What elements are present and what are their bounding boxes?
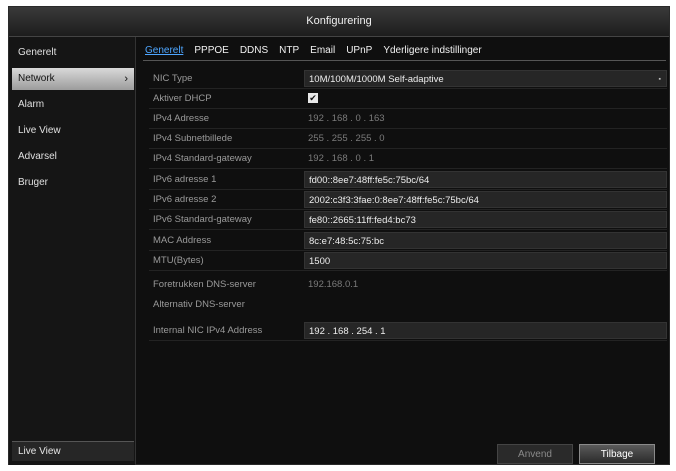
tab-ddns[interactable]: DDNS <box>240 43 268 59</box>
tab-upnp[interactable]: UPnP <box>346 43 372 59</box>
dns-alternate-field[interactable] <box>304 296 667 313</box>
mac-label: MAC Address <box>153 235 212 246</box>
ipv4-address-label: IPv4 Adresse <box>153 113 209 124</box>
tab-email[interactable]: Email <box>310 43 335 59</box>
nic-type-label: NIC Type <box>153 73 193 84</box>
ipv6-address-2-label: IPv6 adresse 2 <box>153 194 217 205</box>
window-title: Konfigurering <box>9 7 669 37</box>
nic-type-row: NIC Type 10M/100M/1000M Self-adaptive ▪ <box>149 69 667 89</box>
ipv6-address-2-row: IPv6 adresse 2 2002:c3f3:3fae:0:8ee7:48f… <box>149 190 667 210</box>
sidebar-item-alarm[interactable]: Alarm <box>12 94 134 116</box>
tab-bar: Generelt PPPOE DDNS NTP Email UPnP Yderl… <box>145 43 493 59</box>
sidebar: Generelt Network › Alarm Live View Advars… <box>9 37 136 465</box>
internal-nic-field[interactable]: 192 . 168 . 254 . 1 <box>304 322 667 339</box>
internal-nic-row: Internal NIC IPv4 Address 192 . 168 . 25… <box>149 321 667 341</box>
tab-divider <box>143 60 666 61</box>
mtu-label: MTU(Bytes) <box>153 255 204 266</box>
live-view-button[interactable]: Live View <box>12 441 134 461</box>
config-window: Konfigurering Generelt Network › Alarm Li… <box>8 6 670 465</box>
dns-preferred-row: Foretrukken DNS-server 192.168.0.1 <box>149 275 667 294</box>
sidebar-item-label: Bruger <box>18 177 49 188</box>
dns-preferred-field[interactable]: 192.168.0.1 <box>304 276 667 293</box>
sidebar-item-general[interactable]: Generelt <box>12 42 134 64</box>
ipv4-subnet-row: IPv4 Subnetbillede 255 . 255 . 255 . 0 <box>149 129 667 149</box>
dhcp-row: Aktiver DHCP ✔ <box>149 89 667 109</box>
internal-nic-label: Internal NIC IPv4 Address <box>153 325 263 336</box>
sidebar-item-label: Advarsel <box>18 151 57 162</box>
dns-alternate-row: Alternativ DNS-server <box>149 295 667 314</box>
tab-pppoe[interactable]: PPPOE <box>194 43 228 59</box>
tab-ntp[interactable]: NTP <box>279 43 299 59</box>
tab-general[interactable]: Generelt <box>145 43 183 59</box>
ipv4-gateway-row: IPv4 Standard-gateway 192 . 168 . 0 . 1 <box>149 149 667 169</box>
dns-preferred-label: Foretrukken DNS-server <box>153 279 256 290</box>
sidebar-item-network[interactable]: Network › <box>12 68 134 90</box>
ipv6-gateway-label: IPv6 Standard-gateway <box>153 214 252 225</box>
ipv6-address-1-field[interactable]: fd00::8ee7:48ff:fe5c:75bc/64 <box>304 171 667 188</box>
sidebar-item-label: Network <box>18 73 55 84</box>
nic-type-select[interactable]: 10M/100M/1000M Self-adaptive ▪ <box>304 70 667 87</box>
sidebar-item-label: Generelt <box>18 47 57 58</box>
dropdown-arrow-icon: ▪ <box>658 76 661 83</box>
dhcp-field: ✔ <box>304 90 667 107</box>
sidebar-item-user[interactable]: Bruger <box>12 172 134 194</box>
ipv6-address-2-field[interactable]: 2002:c3f3:3fae:0:8ee7:48ff:fe5c:75bc/64 <box>304 191 667 208</box>
mac-field: 8c:e7:48:5c:75:bc <box>304 232 667 249</box>
dhcp-checkbox[interactable]: ✔ <box>308 93 318 103</box>
dns-alternate-label: Alternativ DNS-server <box>153 299 245 310</box>
ipv6-address-1-row: IPv6 adresse 1 fd00::8ee7:48ff:fe5c:75bc… <box>149 170 667 190</box>
ipv6-gateway-row: IPv6 Standard-gateway fe80::2665:11ff:fe… <box>149 210 667 230</box>
ipv4-address-field[interactable]: 192 . 168 . 0 . 163 <box>304 110 667 127</box>
back-button[interactable]: Tilbage <box>579 444 655 464</box>
ipv4-subnet-label: IPv4 Subnetbillede <box>153 133 233 144</box>
ipv4-subnet-field[interactable]: 255 . 255 . 255 . 0 <box>304 130 667 147</box>
mtu-field[interactable]: 1500 <box>304 252 667 269</box>
sidebar-item-warning[interactable]: Advarsel <box>12 146 134 168</box>
sidebar-item-label: Live View <box>18 125 61 136</box>
ipv6-gateway-field[interactable]: fe80::2665:11ff:fed4:bc73 <box>304 211 667 228</box>
tab-advanced[interactable]: Yderligere indstillinger <box>383 43 481 59</box>
nic-type-value: 10M/100M/1000M Self-adaptive <box>309 74 444 85</box>
mac-row: MAC Address 8c:e7:48:5c:75:bc <box>149 231 667 251</box>
sidebar-item-live-view[interactable]: Live View <box>12 120 134 142</box>
apply-button[interactable]: Anvend <box>497 444 573 464</box>
ipv4-gateway-field[interactable]: 192 . 168 . 0 . 1 <box>304 150 667 167</box>
ipv4-gateway-label: IPv4 Standard-gateway <box>153 153 252 164</box>
ipv4-address-row: IPv4 Adresse 192 . 168 . 0 . 163 <box>149 109 667 129</box>
ipv6-address-1-label: IPv6 adresse 1 <box>153 174 217 185</box>
chevron-right-icon: › <box>124 73 128 85</box>
sidebar-item-label: Alarm <box>18 99 45 110</box>
dhcp-label: Aktiver DHCP <box>153 93 212 104</box>
mtu-row: MTU(Bytes) 1500 <box>149 251 667 271</box>
